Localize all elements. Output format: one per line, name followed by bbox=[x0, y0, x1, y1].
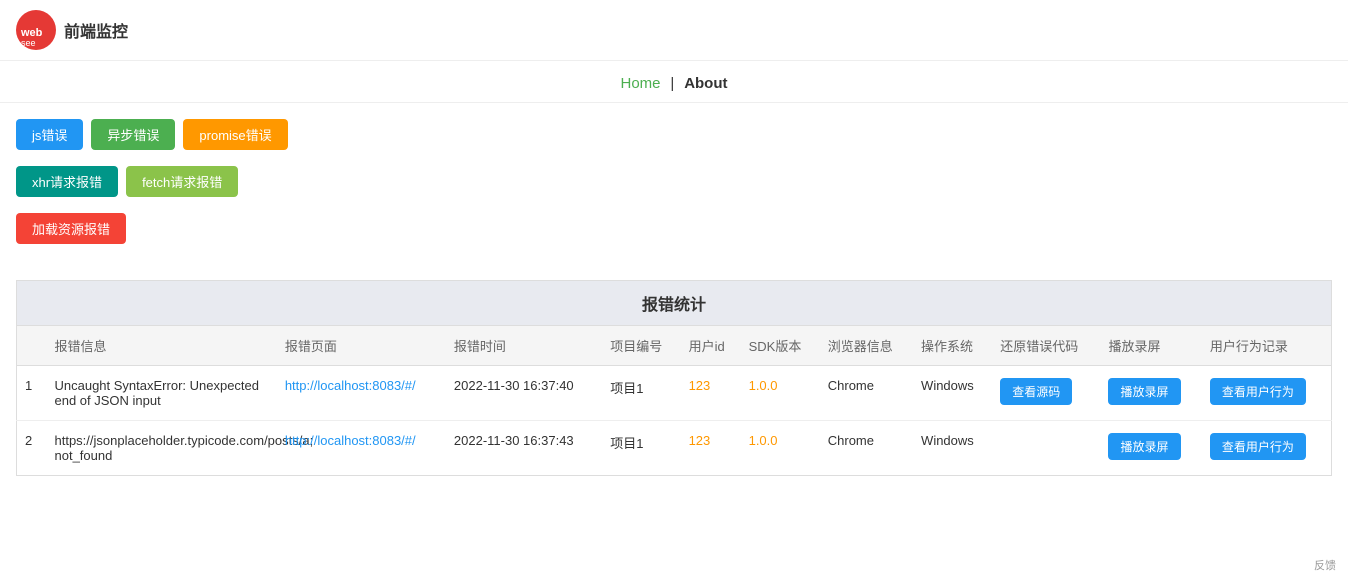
nav-bar: Home | About bbox=[0, 61, 1348, 103]
nav-about-link[interactable]: About bbox=[684, 75, 727, 92]
button-group-row3: 加载资源报错 bbox=[0, 197, 1348, 260]
row2-replay-action: 播放录屏 bbox=[1100, 421, 1201, 476]
row2-source-action bbox=[992, 421, 1100, 476]
row2-behavior-btn[interactable]: 查看用户行为 bbox=[1210, 433, 1306, 460]
th-os: 操作系统 bbox=[913, 326, 992, 366]
error-table-section: 报错统计 报错信息 报错页面 报错时间 项目编号 用户id SDK版本 浏览器信… bbox=[16, 280, 1332, 476]
row1-page: http://localhost:8083/#/ bbox=[277, 366, 446, 421]
th-project: 项目编号 bbox=[602, 326, 680, 366]
row2-browser: Chrome bbox=[820, 421, 913, 476]
header: web see 前端监控 bbox=[0, 0, 1348, 61]
footer-hint: 反馈 bbox=[1314, 557, 1336, 573]
error-table: 报错信息 报错页面 报错时间 项目编号 用户id SDK版本 浏览器信息 操作系… bbox=[16, 325, 1332, 476]
row1-project: 项目1 bbox=[602, 366, 680, 421]
row2-behavior-action: 查看用户行为 bbox=[1202, 421, 1332, 476]
row2-os: Windows bbox=[913, 421, 992, 476]
row2-userid: 123 bbox=[681, 421, 741, 476]
th-behavior: 用户行为记录 bbox=[1202, 326, 1332, 366]
row1-source-action: 查看源码 bbox=[992, 366, 1100, 421]
btn-fetch-error[interactable]: fetch请求报错 bbox=[126, 166, 238, 197]
svg-text:see: see bbox=[21, 38, 36, 48]
button-group-row2: xhr请求报错 fetch请求报错 bbox=[0, 150, 1348, 197]
th-time: 报错时间 bbox=[446, 326, 602, 366]
th-replay: 播放录屏 bbox=[1100, 326, 1201, 366]
row1-sdk: 1.0.0 bbox=[741, 366, 820, 421]
th-source: 还原错误代码 bbox=[992, 326, 1100, 366]
row2-page: http://localhost:8083/#/ bbox=[277, 421, 446, 476]
btn-promise-error[interactable]: promise错误 bbox=[183, 119, 287, 150]
row1-time: 2022-11-30 16:37:40 bbox=[446, 366, 602, 421]
row1-index: 1 bbox=[17, 366, 47, 421]
button-group-row1: js错误 异步错误 promise错误 bbox=[0, 103, 1348, 150]
row2-error-msg: https://jsonplaceholder.typicode.com/pos… bbox=[47, 421, 277, 476]
table-header-row: 报错信息 报错页面 报错时间 项目编号 用户id SDK版本 浏览器信息 操作系… bbox=[17, 326, 1332, 366]
row1-replay-btn[interactable]: 播放录屏 bbox=[1108, 378, 1180, 405]
row1-source-btn[interactable]: 查看源码 bbox=[1000, 378, 1072, 405]
btn-async-error[interactable]: 异步错误 bbox=[91, 119, 175, 150]
row2-replay-btn[interactable]: 播放录屏 bbox=[1108, 433, 1180, 460]
row2-index: 2 bbox=[17, 421, 47, 476]
th-page: 报错页面 bbox=[277, 326, 446, 366]
table-row: 2 https://jsonplaceholder.typicode.com/p… bbox=[17, 421, 1332, 476]
table-row: 1 Uncaught SyntaxError: Unexpected end o… bbox=[17, 366, 1332, 421]
th-userid: 用户id bbox=[681, 326, 741, 366]
logo: web see 前端监控 bbox=[16, 10, 128, 50]
btn-resource-error[interactable]: 加载资源报错 bbox=[16, 213, 126, 244]
row1-userid: 123 bbox=[681, 366, 741, 421]
logo-text: 前端监控 bbox=[64, 18, 128, 42]
nav-home-link[interactable]: Home bbox=[620, 75, 660, 92]
th-index bbox=[17, 326, 47, 366]
nav-separator: | bbox=[670, 75, 674, 92]
th-sdk: SDK版本 bbox=[741, 326, 820, 366]
row1-replay-action: 播放录屏 bbox=[1100, 366, 1201, 421]
row1-os: Windows bbox=[913, 366, 992, 421]
row2-project: 项目1 bbox=[602, 421, 680, 476]
th-error-msg: 报错信息 bbox=[47, 326, 277, 366]
btn-js-error[interactable]: js错误 bbox=[16, 119, 83, 150]
row1-behavior-btn[interactable]: 查看用户行为 bbox=[1210, 378, 1306, 405]
btn-xhr-error[interactable]: xhr请求报错 bbox=[16, 166, 118, 197]
row2-sdk: 1.0.0 bbox=[741, 421, 820, 476]
row1-behavior-action: 查看用户行为 bbox=[1202, 366, 1332, 421]
table-title: 报错统计 bbox=[16, 280, 1332, 325]
row2-time: 2022-11-30 16:37:43 bbox=[446, 421, 602, 476]
row1-error-msg: Uncaught SyntaxError: Unexpected end of … bbox=[47, 366, 277, 421]
row1-browser: Chrome bbox=[820, 366, 913, 421]
th-browser: 浏览器信息 bbox=[820, 326, 913, 366]
websee-logo-icon: web see bbox=[16, 10, 56, 50]
